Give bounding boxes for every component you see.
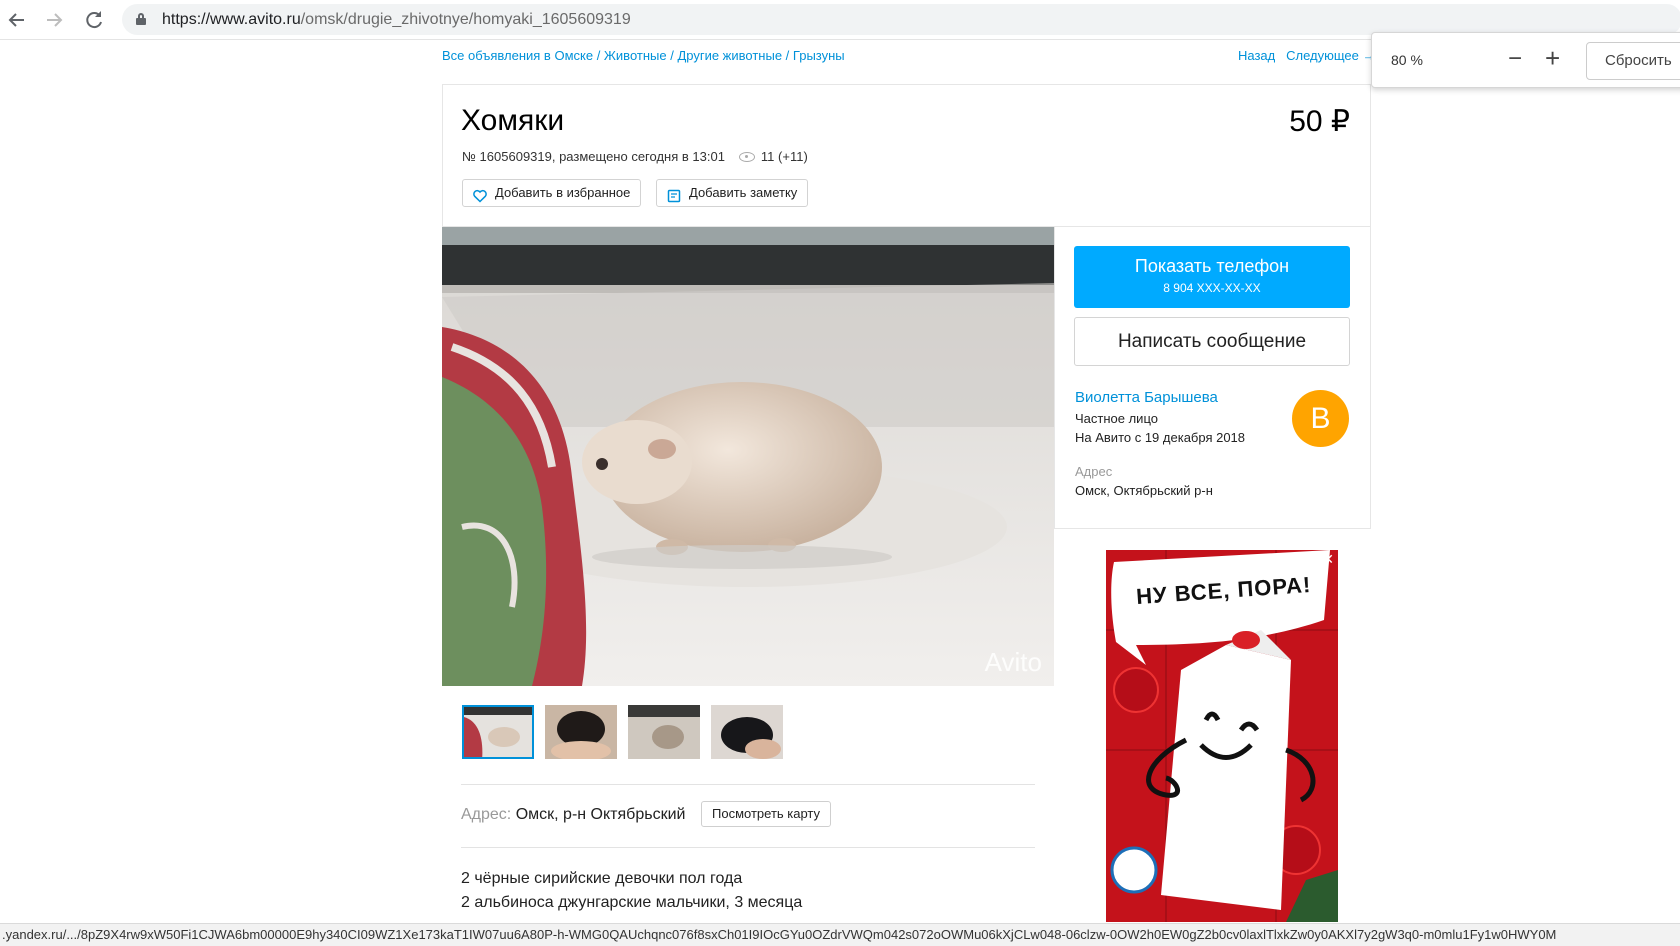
show-phone-button[interactable]: Показать телефон 8 904 XXX-XX-XX [1074, 246, 1350, 308]
add-favorite-label: Добавить в избранное [495, 185, 631, 200]
zoom-reset-button[interactable]: Сбросить [1586, 42, 1680, 80]
heart-icon [473, 186, 487, 203]
breadcrumb-item[interactable]: Грызуны [793, 48, 845, 63]
status-bar-url: .yandex.ru/.../8pZ9X4rw9xW50Fi1CJWA6bm00… [0, 923, 1680, 946]
address-row: Адрес: Омск, р-н Октябрьский [461, 806, 685, 824]
main-photo[interactable]: Avito [442, 227, 1054, 686]
screen: { "browser": { "url_host": "https://www.… [0, 0, 1680, 946]
breadcrumb-separator: / [782, 48, 793, 63]
url-host: https://www.avito.ru [162, 11, 301, 28]
back-arrow-icon[interactable] [5, 8, 29, 32]
zoom-in-button[interactable]: + [1545, 43, 1560, 74]
avatar[interactable]: В [1292, 390, 1349, 447]
url-path: /omsk/drugie_zhivotnye/homyaki_160560931… [300, 11, 631, 28]
breadcrumb: Все объявления в Омске / Животные / Друг… [442, 48, 845, 63]
next-link[interactable]: Следующее → [1286, 48, 1375, 63]
address-label: Адрес: [461, 806, 512, 823]
add-favorite-button[interactable]: Добавить в избранное [462, 179, 642, 207]
breadcrumb-separator: / [666, 48, 678, 63]
thumbnail-2[interactable] [545, 705, 617, 759]
breadcrumb-item[interactable]: Другие животные [677, 48, 782, 63]
listing-meta: № 1605609319, размещено сегодня в 13:01 1… [462, 149, 808, 164]
forward-arrow-icon[interactable] [42, 8, 66, 32]
thumbnail-4[interactable] [711, 705, 783, 759]
breadcrumb-item[interactable]: Все объявления в Омске [442, 48, 593, 63]
zoom-level: 80 % [1391, 52, 1423, 68]
avito-watermark: Avito [984, 647, 1042, 677]
seller-type: Частное лицо [1075, 411, 1158, 426]
eye-icon [738, 152, 755, 162]
breadcrumb-item[interactable]: Животные [604, 48, 667, 63]
write-message-button[interactable]: Написать сообщение [1074, 317, 1350, 366]
zoom-popup: 80 % − + Сбросить [1371, 32, 1680, 88]
address-bar[interactable]: https://www.avito.ru/omsk/drugie_zhivotn… [122, 4, 1680, 35]
section-divider [461, 847, 1035, 848]
page-title: Хомяки [461, 104, 565, 137]
address-value: Омск, р-н Октябрьский [515, 806, 686, 823]
add-note-button[interactable]: Добавить заметку [656, 179, 809, 207]
description-line: 2 альбиноса джунгарские мальчики, 3 меся… [461, 894, 803, 911]
breadcrumb-separator: / [593, 48, 604, 63]
phone-masked: 8 904 XXX-XX-XX [1163, 281, 1261, 295]
listing-nav: Назад Следующее → [1238, 48, 1375, 63]
thumbnail-3[interactable] [628, 705, 700, 759]
seller-since: На Авито с 19 декабря 2018 [1075, 430, 1246, 445]
close-icon[interactable]: ✕ [1322, 551, 1334, 568]
thumbnail-1[interactable] [462, 705, 534, 759]
reload-icon[interactable] [82, 8, 106, 32]
description-line: 2 чёрные сирийские девочки пол года [461, 870, 743, 887]
seller-address: Омск, Октябрьский р-н [1075, 483, 1213, 498]
lock-icon [136, 13, 146, 25]
note-icon [667, 186, 681, 203]
zoom-out-button[interactable]: − [1508, 45, 1522, 73]
url-text[interactable]: https://www.avito.ru/omsk/drugie_zhivotn… [162, 11, 631, 29]
ad-banner[interactable]: НУ ВСЕ, ПОРА! ✕ [1106, 550, 1338, 922]
listing-number-date: № 1605609319, размещено сегодня в 13:01 [462, 149, 725, 164]
section-divider [461, 784, 1035, 785]
seller-name-link[interactable]: Виолетта Барышева [1075, 389, 1218, 406]
seller-address-label: Адрес [1075, 464, 1113, 479]
back-link[interactable]: Назад [1238, 48, 1275, 63]
show-phone-label: Показать телефон [1134, 256, 1290, 276]
view-map-button[interactable]: Посмотреть карту [701, 801, 832, 827]
add-note-label: Добавить заметку [689, 185, 798, 200]
price: 50 ₽ [1289, 105, 1350, 138]
views-count: 11 (+11) [760, 149, 808, 164]
